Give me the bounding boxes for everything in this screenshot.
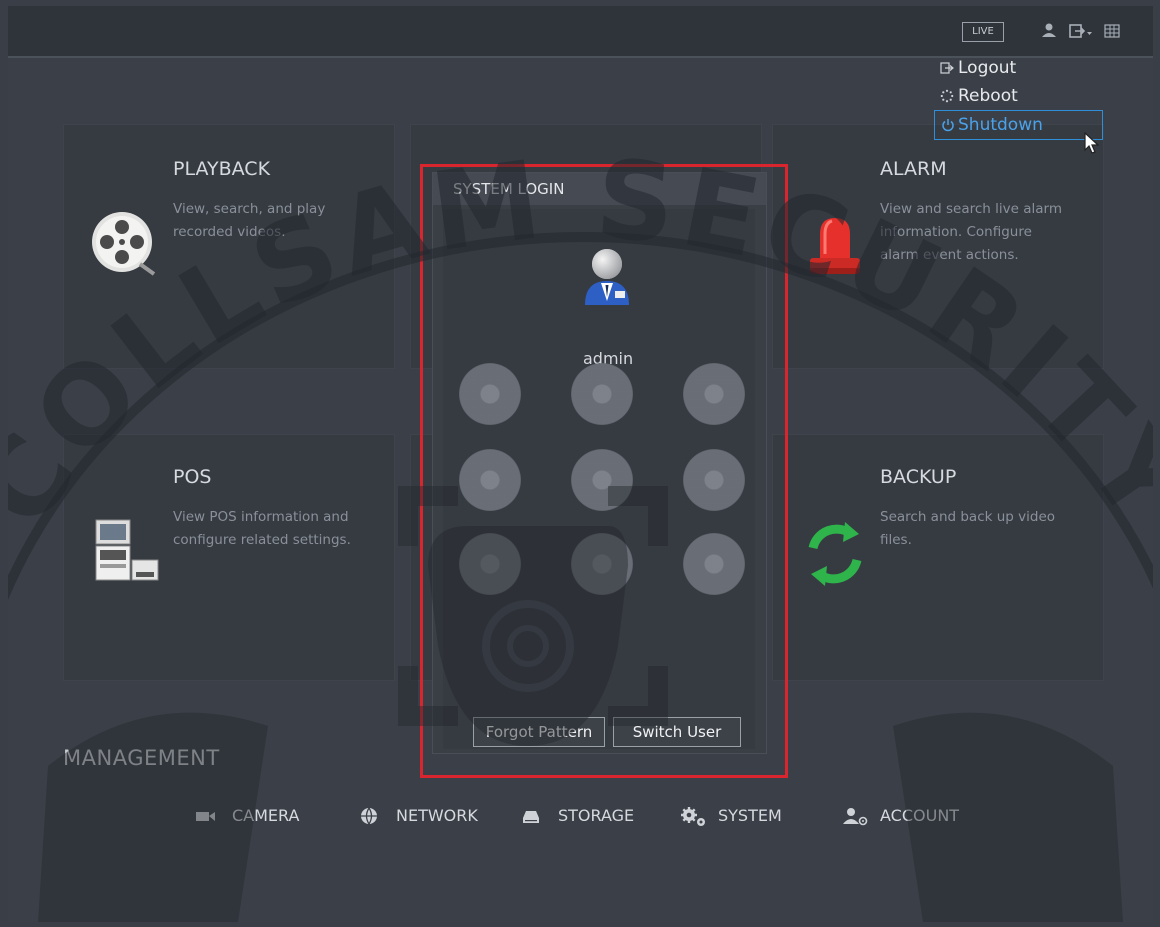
menu-item-label: Reboot	[958, 86, 1018, 106]
playback-title: PLAYBACK	[173, 158, 271, 180]
management-item-label: NETWORK	[396, 806, 478, 825]
playback-desc-line-1: View, search, and play	[173, 201, 326, 217]
management-title: MANAGEMENT	[63, 746, 220, 770]
pos-desc-line-1: View POS information and	[173, 509, 349, 525]
alarm-title: ALARM	[880, 158, 947, 180]
backup-description: Search and back up video files.	[880, 506, 1055, 552]
pos-terminal-icon	[95, 519, 159, 581]
alarm-desc-line-2: information. Configure	[880, 224, 1032, 240]
highlight-box	[420, 164, 788, 778]
user-icon[interactable]	[1038, 20, 1060, 42]
management-item-label: STORAGE	[558, 806, 635, 825]
camera-icon	[196, 812, 215, 821]
pos-title: POS	[173, 466, 212, 488]
mouse-cursor-icon	[1084, 132, 1100, 154]
menu-item-logout[interactable]: Logout	[938, 54, 1103, 82]
logout-menu-icon[interactable]	[1066, 20, 1094, 42]
dvr-main-screen: LIVE Logout Reboot Shutdown PLAYBACK Vie…	[8, 6, 1153, 922]
backup-desc-line-2: files.	[880, 532, 912, 548]
alarm-desc-line-3: alarm event actions.	[880, 247, 1019, 263]
menu-item-label: Logout	[958, 58, 1017, 78]
management-item-label: ACCOUNT	[880, 806, 960, 825]
power-menu: Logout Reboot Shutdown	[934, 54, 1103, 140]
film-reel-icon	[92, 212, 156, 276]
management-item-label: CAMERA	[232, 806, 300, 825]
live-button[interactable]: LIVE	[962, 22, 1004, 42]
backup-title: BACKUP	[880, 466, 957, 488]
management-item-label: SYSTEM	[718, 806, 782, 825]
playback-desc-line-2: recorded videos.	[173, 224, 286, 240]
alarm-siren-icon	[810, 218, 860, 274]
power-icon	[942, 119, 954, 132]
alarm-description: View and search live alarm information. …	[880, 198, 1062, 267]
backup-sync-icon	[808, 522, 862, 586]
backup-desc-line-1: Search and back up video	[880, 509, 1056, 525]
playback-description: View, search, and play recorded videos.	[173, 198, 325, 244]
pos-desc-line-2: configure related settings.	[173, 532, 351, 548]
network-icon	[361, 807, 377, 825]
menu-item-shutdown[interactable]: Shutdown	[934, 110, 1103, 140]
reboot-icon	[940, 89, 954, 103]
menu-item-reboot[interactable]: Reboot	[938, 82, 1103, 110]
gears-icon	[681, 807, 705, 826]
storage-icon	[523, 811, 539, 823]
grid-icon[interactable]	[1101, 20, 1123, 42]
account-icon	[843, 808, 868, 826]
logout-icon	[940, 62, 954, 74]
alarm-desc-line-1: View and search live alarm	[880, 201, 1062, 217]
menu-item-label: Shutdown	[958, 115, 1043, 135]
pos-description: View POS information and configure relat…	[173, 506, 351, 552]
top-bar: LIVE	[8, 6, 1153, 58]
